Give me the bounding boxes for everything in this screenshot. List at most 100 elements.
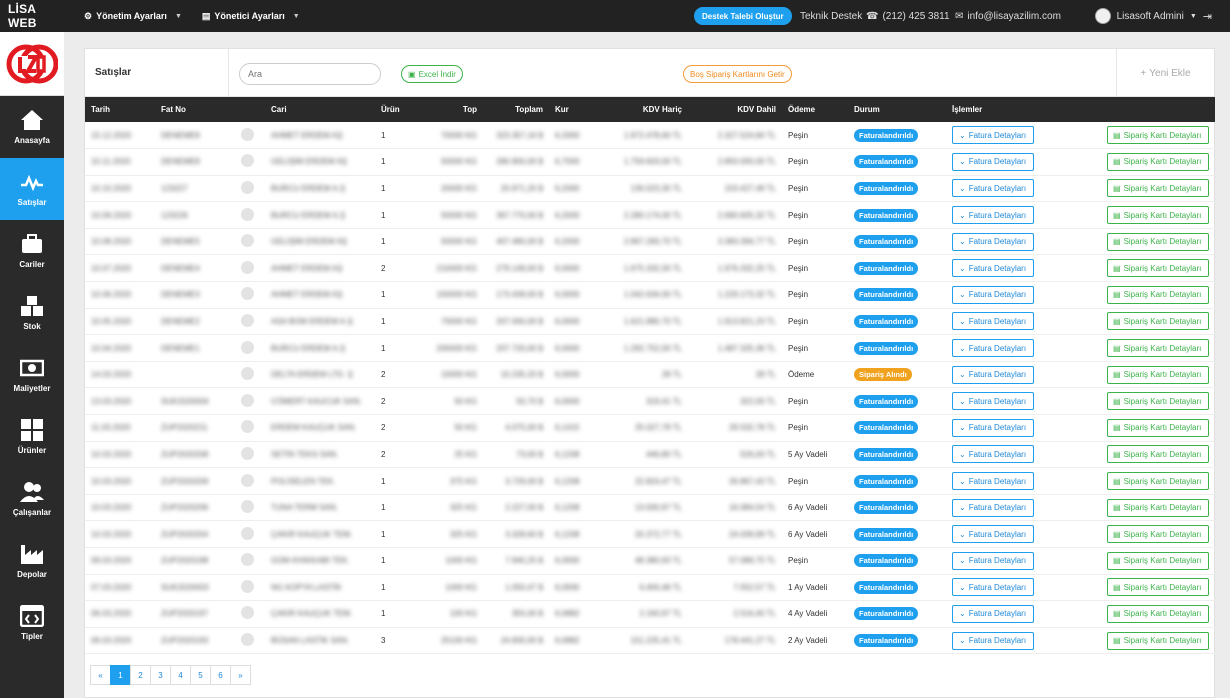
page-link[interactable]: « bbox=[90, 665, 111, 685]
page-link[interactable]: 6 bbox=[210, 665, 231, 685]
col-toplam[interactable]: Toplam bbox=[483, 97, 549, 122]
table-row[interactable]: 06.03.2020 ZUP2020193 BÜSAN LASTİK SAN. 3 25… bbox=[85, 627, 1215, 655]
table-row[interactable]: 10.03.2020 ZUP2020208 SETİN TEKS SAN. 2 25 K… bbox=[85, 441, 1215, 469]
invoice-details-button[interactable]: ⌄ Fatura Detayları bbox=[952, 179, 1034, 198]
sidebar-item-anasayfa[interactable]: Anasayfa bbox=[0, 96, 64, 158]
col-top[interactable]: Top bbox=[419, 97, 483, 122]
col-tarih[interactable]: Tarih bbox=[85, 97, 155, 122]
table-row[interactable]: 10.05.2020 DENEME2 ASA BOM ERDEM A.Ş 1 70000… bbox=[85, 308, 1215, 336]
page-link[interactable]: » bbox=[230, 665, 251, 685]
sidebar-item-maliyetler[interactable]: Maliyetler bbox=[0, 344, 64, 406]
order-card-details-button[interactable]: ▤ Sipariş Kartı Detayları bbox=[1107, 392, 1209, 411]
col-fat-no[interactable]: Fat No bbox=[155, 97, 235, 122]
table-row[interactable]: 10.10.2020 123227 BURCU ERDEM A.Ş 1 20000 KG… bbox=[85, 175, 1215, 203]
col-kdv-haric[interactable]: KDV Hariç bbox=[597, 97, 688, 122]
page-link[interactable]: 1 bbox=[110, 665, 131, 685]
col-odeme[interactable]: Ödeme bbox=[782, 97, 848, 122]
cell-fatura: ⌄ Fatura Detayları bbox=[946, 600, 1050, 628]
sidebar-item-urunler[interactable]: Ürünler bbox=[0, 406, 64, 468]
order-card-details-button[interactable]: ▤ Sipariş Kartı Detayları bbox=[1107, 551, 1209, 570]
table-row[interactable]: 06.03.2020 ZUP2020197 ÇAKIR KAUÇUK TEM. 1 10… bbox=[85, 600, 1215, 628]
phone-info[interactable]: ☎ (212) 425 3811 bbox=[866, 0, 950, 32]
order-card-details-button[interactable]: ▤ Sipariş Kartı Detayları bbox=[1107, 339, 1209, 358]
invoice-details-button[interactable]: ⌄ Fatura Detayları bbox=[952, 339, 1034, 358]
menu-yonetici-ayarlari[interactable]: ▤ Yönetici Ayarları ▼ bbox=[202, 11, 300, 22]
order-card-details-button[interactable]: ▤ Sipariş Kartı Detayları bbox=[1107, 179, 1209, 198]
table-row[interactable]: 10.03.2020 ZUP2020206 TUNA TERM SAN. 1 325 K… bbox=[85, 494, 1215, 522]
col-kdv-dahil[interactable]: KDV Dahil bbox=[688, 97, 782, 122]
search-input[interactable] bbox=[239, 63, 381, 85]
order-card-details-button[interactable]: ▤ Sipariş Kartı Detayları bbox=[1107, 418, 1209, 437]
col-kur[interactable]: Kur bbox=[549, 97, 597, 122]
invoice-details-button[interactable]: ⌄ Fatura Detayları bbox=[952, 312, 1034, 331]
col-durum[interactable]: Durum bbox=[848, 97, 946, 122]
order-card-details-button[interactable]: ▤ Sipariş Kartı Detayları bbox=[1107, 285, 1209, 304]
table-row[interactable]: 10.03.2020 ZUP2020204 ÇAKIR KAUÇUK TEM. 1 32… bbox=[85, 520, 1215, 548]
menu-yonetim-ayarlari[interactable]: ⚙ Yönetim Ayarları ▼ bbox=[84, 11, 182, 22]
invoice-details-button[interactable]: ⌄ Fatura Detayları bbox=[952, 126, 1034, 145]
table-row[interactable]: 10.03.2020 ZUP2020209 POLİSELEN TEK. 1 375 K… bbox=[85, 467, 1215, 495]
table-row[interactable]: 15.12.2020 DENEME9 AHMET ERDEM AŞ 1 70000 KG… bbox=[85, 122, 1215, 150]
sidebar-item-stok[interactable]: Stok bbox=[0, 282, 64, 344]
order-card-details-button[interactable]: ▤ Sipariş Kartı Detayları bbox=[1107, 445, 1209, 464]
add-new-button[interactable]: + Yeni Ekle bbox=[1116, 49, 1214, 97]
order-card-details-button[interactable]: ▤ Sipariş Kartı Detayları bbox=[1107, 312, 1209, 331]
invoice-details-button[interactable]: ⌄ Fatura Detayları bbox=[952, 206, 1034, 225]
sidebar-item-calisanlar[interactable]: Çalışanlar bbox=[0, 468, 64, 530]
support-request-button[interactable]: Destek Talebi Oluştur bbox=[694, 7, 792, 25]
excel-download-button[interactable]: ▣ Excel İndir bbox=[401, 65, 463, 83]
invoice-details-button[interactable]: ⌄ Fatura Detayları bbox=[952, 152, 1034, 171]
sidebar-item-cariler[interactable]: Cariler bbox=[0, 220, 64, 282]
invoice-details-button[interactable]: ⌄ Fatura Detayları bbox=[952, 285, 1034, 304]
invoice-details-button[interactable]: ⌄ Fatura Detayları bbox=[952, 578, 1034, 597]
sidebar-item-depolar[interactable]: Depolar bbox=[0, 530, 64, 592]
table-row[interactable]: 10.07.2020 DENEME4 AHMET ERDEM AŞ 2 210000 K… bbox=[85, 254, 1215, 283]
invoice-details-button[interactable]: ⌄ Fatura Detayları bbox=[952, 551, 1034, 570]
col-cari[interactable]: Cari bbox=[265, 97, 375, 122]
logout-icon[interactable]: ⇥ bbox=[1203, 10, 1212, 23]
col-urun[interactable]: Ürün bbox=[375, 97, 419, 122]
order-card-details-button[interactable]: ▤ Sipariş Kartı Detayları bbox=[1107, 206, 1209, 225]
table-row[interactable]: 11.03.2020 ZUP2020211 ERDEM KAUÇUK SAN. 2 50… bbox=[85, 414, 1215, 442]
invoice-details-button[interactable]: ⌄ Fatura Detayları bbox=[952, 232, 1034, 251]
invoice-details-button[interactable]: ⌄ Fatura Detayları bbox=[952, 445, 1034, 464]
page-link[interactable]: 5 bbox=[190, 665, 211, 685]
page-link[interactable]: 3 bbox=[150, 665, 171, 685]
table-row[interactable]: 14.03.2020 DELTA ERDEM LTD. Ş 2 10000 KG 10.… bbox=[85, 361, 1215, 389]
sidebar-item-satislar[interactable]: Satışlar bbox=[0, 158, 64, 220]
order-card-details-button[interactable]: ▤ Sipariş Kartı Detayları bbox=[1107, 152, 1209, 171]
table-row[interactable]: 10.09.2020 123226 BURCU ERDEM A.Ş 1 50000 KG… bbox=[85, 201, 1215, 229]
table-row[interactable]: 10.04.2020 DENEME1 BURCU ERDEM A.Ş 1 200000 … bbox=[85, 334, 1215, 362]
order-card-details-button[interactable]: ▤ Sipariş Kartı Detayları bbox=[1107, 472, 1209, 491]
order-card-details-button[interactable]: ▤ Sipariş Kartı Detayları bbox=[1107, 259, 1209, 278]
invoice-details-button[interactable]: ⌄ Fatura Detayları bbox=[952, 525, 1034, 544]
table-row[interactable]: 09.03.2020 ZUP2020198 GÜM AYAKKABI TEK. 1 10… bbox=[85, 547, 1215, 575]
order-card-details-button[interactable]: ▤ Sipariş Kartı Detayları bbox=[1107, 232, 1209, 251]
sidebar-item-tipler[interactable]: Tipler bbox=[0, 592, 64, 654]
page-link[interactable]: 4 bbox=[170, 665, 191, 685]
invoice-details-button[interactable]: ⌄ Fatura Detayları bbox=[952, 418, 1034, 437]
table-row[interactable]: 07.03.2020 SUK2020003 NG KOPYA LASTİK 1 1000… bbox=[85, 574, 1215, 602]
table-row[interactable]: 10.06.2020 DENEME3 AHMET ERDEM AŞ 1 150000 K… bbox=[85, 281, 1215, 309]
invoice-details-button[interactable]: ⌄ Fatura Detayları bbox=[952, 472, 1034, 491]
invoice-details-button[interactable]: ⌄ Fatura Detayları bbox=[952, 365, 1034, 384]
table-row[interactable]: 10.11.2020 DENEME8 GELİŞİM ERDEM AŞ 1 50000 … bbox=[85, 148, 1215, 176]
order-card-details-button[interactable]: ▤ Sipariş Kartı Detayları bbox=[1107, 365, 1209, 384]
invoice-details-button[interactable]: ⌄ Fatura Detayları bbox=[952, 392, 1034, 411]
order-card-details-button[interactable]: ▤ Sipariş Kartı Detayları bbox=[1107, 604, 1209, 623]
invoice-details-button[interactable]: ⌄ Fatura Detayları bbox=[952, 604, 1034, 623]
invoice-details-button[interactable]: ⌄ Fatura Detayları bbox=[952, 631, 1034, 650]
invoice-details-button[interactable]: ⌄ Fatura Detayları bbox=[952, 259, 1034, 278]
empty-order-cards-button[interactable]: Boş Sipariş Kartlarını Getir bbox=[683, 65, 792, 83]
order-card-details-button[interactable]: ▤ Sipariş Kartı Detayları bbox=[1107, 126, 1209, 145]
order-card-details-button[interactable]: ▤ Sipariş Kartı Detayları bbox=[1107, 631, 1209, 650]
order-card-details-button[interactable]: ▤ Sipariş Kartı Detayları bbox=[1107, 525, 1209, 544]
email-info[interactable]: ✉ info@lisayazilim.com bbox=[955, 0, 1061, 32]
table-row[interactable]: 13.03.2020 SUK2020004 CÖMERT KAUCUK SAN. 2 5… bbox=[85, 387, 1215, 416]
order-card-details-button[interactable]: ▤ Sipariş Kartı Detayları bbox=[1107, 578, 1209, 597]
user-menu[interactable]: Lisasoft Admini ▼ ⇥ bbox=[1094, 0, 1212, 32]
order-card-details-button[interactable]: ▤ Sipariş Kartı Detayları bbox=[1107, 498, 1209, 517]
table-row[interactable]: 10.08.2020 DENEME5 GELİŞİM ERDEM AŞ 1 50000 … bbox=[85, 228, 1215, 256]
invoice-details-button[interactable]: ⌄ Fatura Detayları bbox=[952, 498, 1034, 517]
page-link[interactable]: 2 bbox=[130, 665, 151, 685]
